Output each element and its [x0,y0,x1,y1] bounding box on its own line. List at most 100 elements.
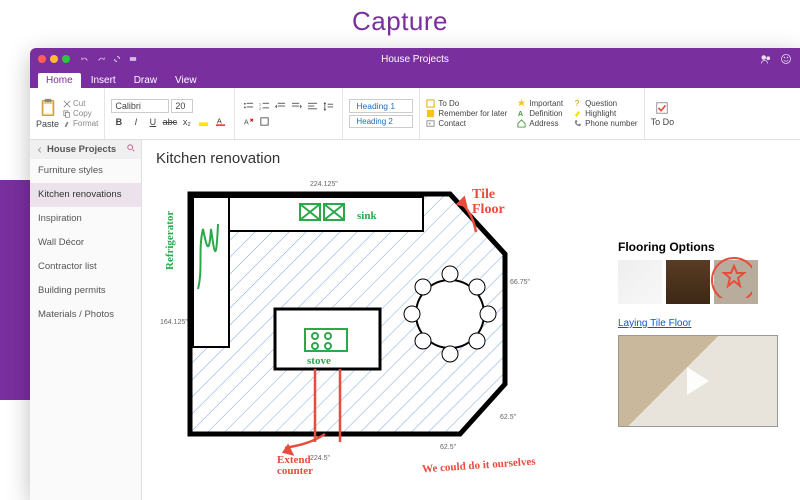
bold-button[interactable]: B [111,115,126,128]
cut-button[interactable]: Cut [63,99,98,108]
note-canvas[interactable]: Kitchen renovation [142,140,800,500]
highlight-button[interactable] [196,115,211,128]
todo-label: To Do [651,117,675,127]
video-link[interactable]: Laying Tile Floor [618,318,788,329]
indent-button[interactable] [289,100,304,113]
search-button[interactable] [127,144,135,155]
phone-icon [573,119,582,128]
window-title: House Projects [381,54,449,65]
alignment-button[interactable] [305,100,320,113]
app-window: House Projects Home Insert Draw View Pas… [30,48,800,500]
bullets-button[interactable] [241,100,256,113]
tag-remember[interactable]: Remember for later [426,109,507,118]
paragraph-group: 12 A [235,88,343,139]
numbering-button[interactable]: 12 [257,100,272,113]
tag-highlight[interactable]: Highlight [573,109,637,118]
font-name-combo[interactable]: Calibri [111,99,169,113]
copy-button[interactable]: Copy [63,109,98,118]
window-controls[interactable] [38,55,70,63]
svg-text:A: A [244,117,249,126]
tab-view[interactable]: View [167,73,205,88]
tab-home[interactable]: Home [38,73,81,88]
close-icon[interactable] [38,55,46,63]
question-icon: ? [573,99,582,108]
tag-question[interactable]: ?Question [573,99,637,108]
font-color-button[interactable]: A [213,115,228,128]
page-contractor-list[interactable]: Contractor list [30,255,141,279]
styles-group: Heading 1 Heading 2 [343,88,420,139]
tag-address[interactable]: Address [517,119,563,128]
tag-phone[interactable]: Phone number [573,119,637,128]
svg-text:62.5": 62.5" [500,414,517,421]
video-thumbnail[interactable] [618,335,778,427]
page-inspiration[interactable]: Inspiration [30,207,141,231]
minimize-icon[interactable] [50,55,58,63]
format-painter-button[interactable]: Format [63,119,98,128]
scissors-icon [63,100,71,108]
sidebar-header: House Projects [30,140,141,159]
subscript-button[interactable]: x₂ [179,115,194,128]
outdent-button[interactable] [273,100,288,113]
svg-text:224.125": 224.125" [310,181,338,188]
clipboard-group: Paste Cut Copy Format [30,88,105,139]
svg-text:1: 1 [259,102,261,106]
notebook-name[interactable]: House Projects [47,144,127,155]
strike-button[interactable]: abc [162,115,177,128]
title-bar: House Projects [30,48,800,70]
tag-important[interactable]: Important [517,99,563,108]
workspace: House Projects Furniture styles Kitchen … [30,140,800,500]
todo-button[interactable]: To Do [651,101,675,127]
heading2-style[interactable]: Heading 2 [349,115,413,128]
quick-access-toolbar [80,54,138,64]
underline-button[interactable]: U [145,115,160,128]
tag-definition[interactable]: ADefinition [517,109,563,118]
tab-draw[interactable]: Draw [126,73,165,88]
svg-text:2: 2 [259,107,261,111]
svg-text:?: ? [575,99,580,108]
swatch-wood[interactable] [666,260,710,304]
clipboard-icon [39,98,57,118]
star-icon [517,99,526,108]
pages-sidebar: House Projects Furniture styles Kitchen … [30,140,142,500]
font-group: Calibri 20 B I U abc x₂ A [105,88,235,139]
clear-formatting-button[interactable]: A [241,115,256,128]
tab-insert[interactable]: Insert [83,73,124,88]
smiley-icon[interactable] [780,53,792,65]
font-size-combo[interactable]: 20 [171,99,193,113]
print-icon[interactable] [128,54,138,64]
sync-icon[interactable] [112,54,122,64]
flooring-section: Flooring Options Laying Tile Floor [618,240,788,427]
share-icon[interactable] [760,53,772,65]
paste-button[interactable]: Paste [36,98,59,129]
chevron-left-icon[interactable] [36,146,44,154]
undo-icon[interactable] [80,54,90,64]
todo-checkbox-icon [655,101,669,115]
svg-text:66.75": 66.75" [510,279,530,286]
paragraph-spacing-button[interactable] [321,100,336,113]
paste-label: Paste [36,119,59,129]
svg-text:62.5": 62.5" [440,444,457,451]
page-kitchen-renovations[interactable]: Kitchen renovations [30,183,141,207]
redo-icon[interactable] [96,54,106,64]
copy-icon [63,110,71,118]
ink-refrigerator: Refrigerator [164,211,176,270]
floorplan-image: 224.125" 164.125" 224.5" 66.75" 62.5" 62… [160,174,530,464]
page-building-permits[interactable]: Building permits [30,279,141,303]
page-wall-decor[interactable]: Wall Décor [30,231,141,255]
styles-pane-button[interactable] [257,115,272,128]
tag-contact[interactable]: Contact [426,119,507,128]
ink-sink: sink [357,210,377,222]
ink-extend-counter: Extend counter [277,455,347,477]
swatch-marble[interactable] [618,260,662,304]
page-materials-photos[interactable]: Materials / Photos [30,303,141,327]
maximize-icon[interactable] [62,55,70,63]
page-title[interactable]: Kitchen renovation [156,150,786,167]
tag-todo[interactable]: To Do [426,99,507,108]
todo-group: To Do [645,88,681,139]
hero-title: Capture [352,6,448,37]
swatch-tile[interactable] [714,260,758,304]
page-furniture-styles[interactable]: Furniture styles [30,159,141,183]
ribbon: Paste Cut Copy Format Calibri 20 B I U a… [30,88,800,140]
heading1-style[interactable]: Heading 1 [349,99,413,113]
italic-button[interactable]: I [128,115,143,128]
